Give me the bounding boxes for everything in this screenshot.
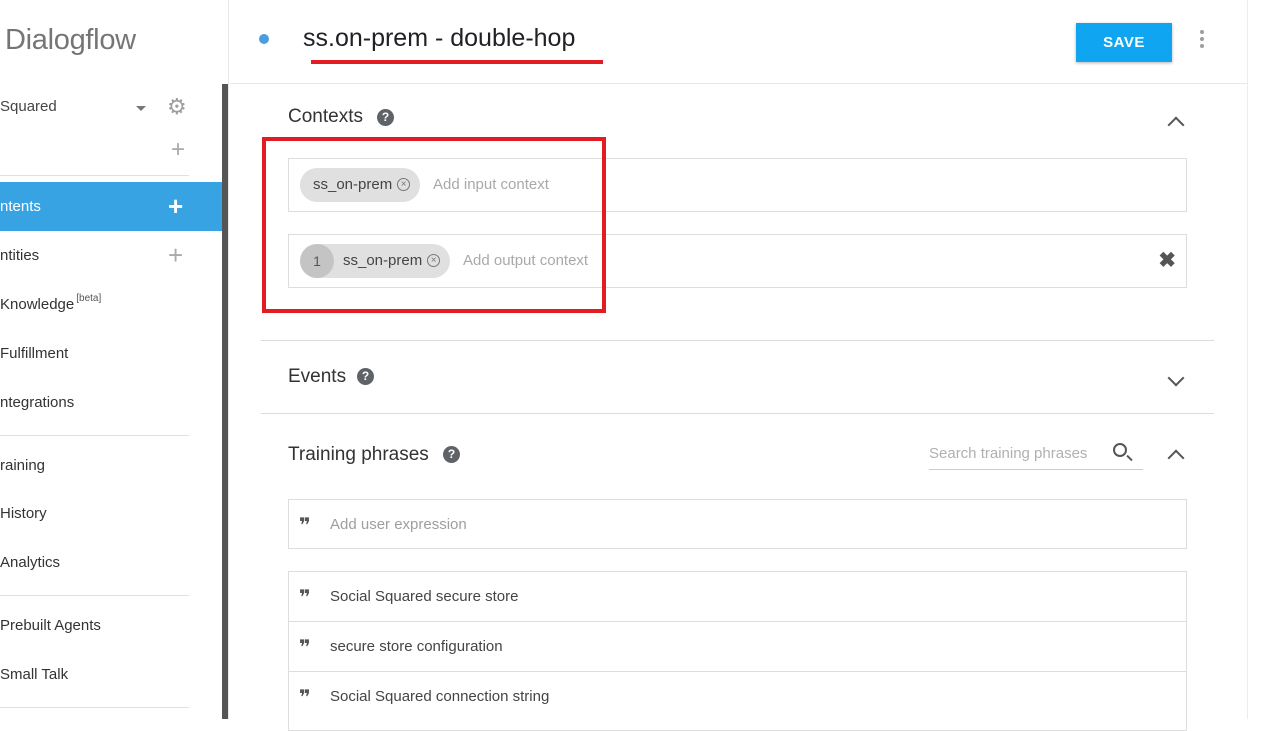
sidebar: Dialogflow Squared ⚙ + ntents + ntities …: [0, 0, 229, 719]
intent-status-dot: [259, 34, 269, 44]
list-item[interactable]: ❞ Social Squared secure store: [289, 572, 1186, 622]
sidebar-item-label: raining: [0, 457, 46, 474]
contexts-help-icon[interactable]: ?: [377, 109, 394, 126]
sidebar-item-small-talk[interactable]: Small Talk: [0, 650, 222, 699]
add-expression-placeholder[interactable]: Add user expression: [330, 516, 467, 533]
contexts-title[interactable]: Contexts: [288, 106, 363, 128]
search-input[interactable]: [929, 440, 1109, 462]
create-agent-plus-icon[interactable]: +: [171, 138, 185, 162]
sidebar-scrollbar[interactable]: [222, 84, 228, 719]
quote-icon: ❞: [299, 585, 311, 609]
quote-icon: ❞: [299, 513, 311, 537]
section-divider: [261, 340, 1214, 341]
sidebar-divider: [0, 707, 189, 708]
sidebar-item-analytics[interactable]: Analytics: [0, 538, 222, 587]
agent-dropdown-icon[interactable]: [136, 106, 146, 111]
sidebar-item-integrations[interactable]: ntegrations: [0, 378, 222, 427]
quote-icon: ❞: [299, 685, 311, 709]
clear-icon[interactable]: ✖: [1158, 248, 1176, 273]
sidebar-item-label: ntents: [0, 198, 41, 215]
intent-header: ss.on-prem - double-hop SAVE: [230, 0, 1247, 84]
training-help-icon[interactable]: ?: [443, 446, 460, 463]
remove-chip-icon[interactable]: ×: [397, 178, 411, 191]
save-button[interactable]: SAVE: [1076, 23, 1172, 62]
sidebar-item-label: Analytics: [0, 554, 61, 571]
phrase-text[interactable]: secure store configuration: [330, 638, 503, 655]
add-expression-field[interactable]: ❞ Add user expression: [288, 499, 1187, 549]
beta-badge: [beta]: [76, 293, 102, 304]
training-search[interactable]: [929, 440, 1143, 470]
search-icon[interactable]: [1113, 443, 1127, 457]
training-phrase-list: ❞ Social Squared secure store ❞ secure s…: [288, 571, 1187, 731]
remove-chip-icon[interactable]: ×: [427, 254, 441, 267]
sidebar-item-intents[interactable]: ntents +: [0, 182, 222, 231]
output-context-field[interactable]: 1 ss_on-prem × Add output context ✖: [288, 234, 1187, 288]
sidebar-divider: [0, 595, 189, 596]
sidebar-item-fulfillment[interactable]: Fulfillment: [0, 329, 222, 378]
phrase-text[interactable]: Social Squared connection string: [330, 688, 549, 705]
sidebar-item-label: Prebuilt Agents: [0, 617, 101, 634]
agent-name[interactable]: Squared: [0, 98, 57, 115]
input-context-field[interactable]: ss_on-prem × Add input context: [288, 158, 1187, 212]
section-divider: [261, 413, 1214, 414]
title-highlight-underline: [311, 60, 603, 64]
chevron-up-icon[interactable]: [1167, 116, 1185, 134]
phrase-text[interactable]: Social Squared secure store: [330, 588, 518, 605]
sidebar-item-label: ntegrations: [0, 394, 75, 411]
chevron-up-icon[interactable]: [1167, 449, 1185, 467]
events-help-icon[interactable]: ?: [357, 368, 374, 385]
chip-label: ss_on-prem: [313, 176, 393, 193]
chevron-down-icon[interactable]: [1167, 369, 1185, 387]
page-right-border: [1247, 0, 1248, 719]
output-context-placeholder[interactable]: Add output context: [463, 252, 588, 269]
sidebar-item-history[interactable]: History: [0, 489, 222, 538]
list-item[interactable]: ❞ Social Squared connection string: [289, 672, 1186, 722]
output-context-chip[interactable]: 1 ss_on-prem ×: [300, 244, 451, 278]
input-context-placeholder[interactable]: Add input context: [433, 176, 549, 193]
intent-title[interactable]: ss.on-prem - double-hop: [303, 24, 575, 53]
sidebar-item-label: ntities: [0, 247, 40, 264]
sidebar-item-prebuilt-agents[interactable]: Prebuilt Agents: [0, 601, 222, 650]
sidebar-divider: [0, 435, 189, 436]
brand-logo: Dialogflow: [5, 24, 136, 56]
sidebar-divider: [0, 175, 189, 176]
input-context-chip[interactable]: ss_on-prem ×: [300, 168, 421, 202]
sidebar-item-label: History: [0, 505, 47, 522]
list-item[interactable]: ❞ secure store configuration: [289, 622, 1186, 672]
chip-label: ss_on-prem: [343, 252, 423, 269]
sidebar-item-label: Knowledge: [0, 296, 75, 313]
training-phrases-title[interactable]: Training phrases: [288, 444, 429, 466]
quote-icon: ❞: [299, 635, 311, 659]
add-entity-plus-icon[interactable]: +: [168, 231, 183, 280]
add-intent-plus-icon[interactable]: +: [168, 182, 183, 231]
sidebar-item-knowledge[interactable]: Knowledge [beta]: [0, 280, 222, 329]
settings-gear-icon[interactable]: ⚙: [167, 96, 187, 118]
more-vert-icon[interactable]: [1198, 30, 1206, 50]
sidebar-item-training[interactable]: raining: [0, 441, 222, 490]
sidebar-item-label: Fulfillment: [0, 345, 69, 362]
sidebar-item-entities[interactable]: ntities +: [0, 231, 222, 280]
sidebar-item-label: Small Talk: [0, 666, 69, 683]
events-title[interactable]: Events: [288, 366, 346, 388]
lifespan-badge[interactable]: 1: [300, 244, 334, 278]
